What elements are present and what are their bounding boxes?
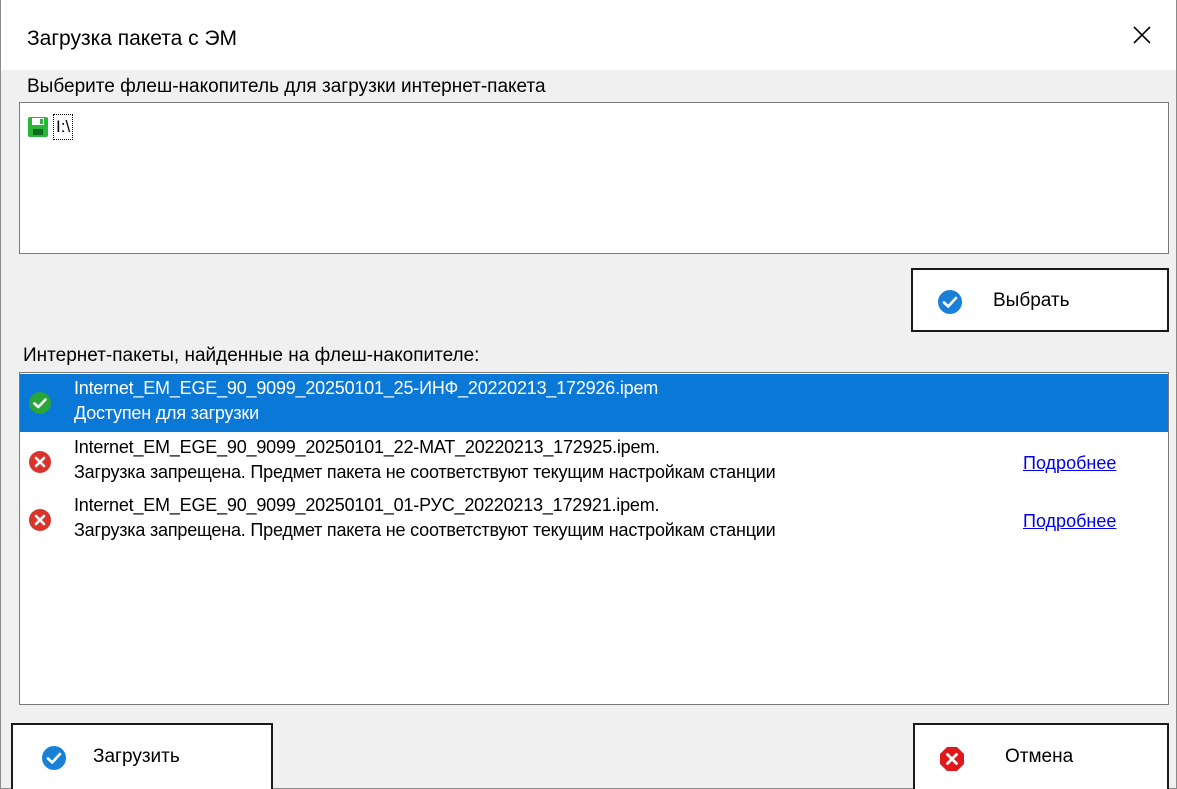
window-title: Загрузка пакета с ЭМ (27, 27, 238, 50)
drive-section-label: Выберите флеш-накопитель для загрузки ин… (27, 76, 546, 97)
load-button[interactable]: Загрузить (11, 723, 273, 789)
error-circle-icon (29, 509, 51, 531)
close-icon (1133, 26, 1151, 44)
select-button[interactable]: Выбрать (911, 268, 1169, 332)
select-button-label: Выбрать (993, 290, 1070, 311)
package-list[interactable]: Internet_EM_EGE_90_9099_20250101_25-ИНФ_… (19, 372, 1169, 705)
error-octagon-icon (940, 747, 964, 771)
package-status: Доступен для загрузки (74, 403, 259, 423)
drive-item[interactable]: I:\ (27, 112, 74, 142)
check-circle-icon (938, 290, 962, 314)
package-status: Загрузка запрещена. Предмет пакета не со… (74, 462, 776, 482)
package-name: Internet_EM_EGE_90_9099_20250101_25-ИНФ_… (74, 378, 659, 398)
drive-list[interactable]: I:\ (19, 102, 1169, 254)
package-row[interactable]: Internet_EM_EGE_90_9099_20250101_01-РУС_… (20, 491, 1168, 549)
drive-label: I:\ (53, 114, 74, 140)
package-row[interactable]: Internet_EM_EGE_90_9099_20250101_22-МАТ_… (20, 433, 1168, 491)
details-link[interactable]: Подробнее (1023, 511, 1116, 532)
load-button-label: Загрузить (93, 746, 180, 767)
cancel-button[interactable]: Отмена (913, 723, 1169, 789)
cancel-button-label: Отмена (1005, 746, 1074, 767)
details-link[interactable]: Подробнее (1023, 453, 1116, 474)
floppy-disk-icon (28, 117, 48, 137)
package-row[interactable]: Internet_EM_EGE_90_9099_20250101_25-ИНФ_… (20, 374, 1168, 432)
package-status: Загрузка запрещена. Предмет пакета не со… (74, 520, 776, 540)
check-circle-icon (42, 746, 66, 770)
close-button[interactable] (1108, 0, 1176, 70)
packages-section-label: Интернет-пакеты, найденные на флеш-накоп… (23, 345, 480, 366)
title-bar: Загрузка пакета с ЭМ (1, 0, 1176, 70)
error-circle-icon (29, 451, 51, 473)
package-name: Internet_EM_EGE_90_9099_20250101_01-РУС_… (74, 495, 660, 515)
package-name: Internet_EM_EGE_90_9099_20250101_22-МАТ_… (74, 437, 660, 457)
load-package-dialog: Загрузка пакета с ЭМ Выберите флеш-накоп… (0, 0, 1177, 789)
check-circle-icon (29, 392, 51, 414)
